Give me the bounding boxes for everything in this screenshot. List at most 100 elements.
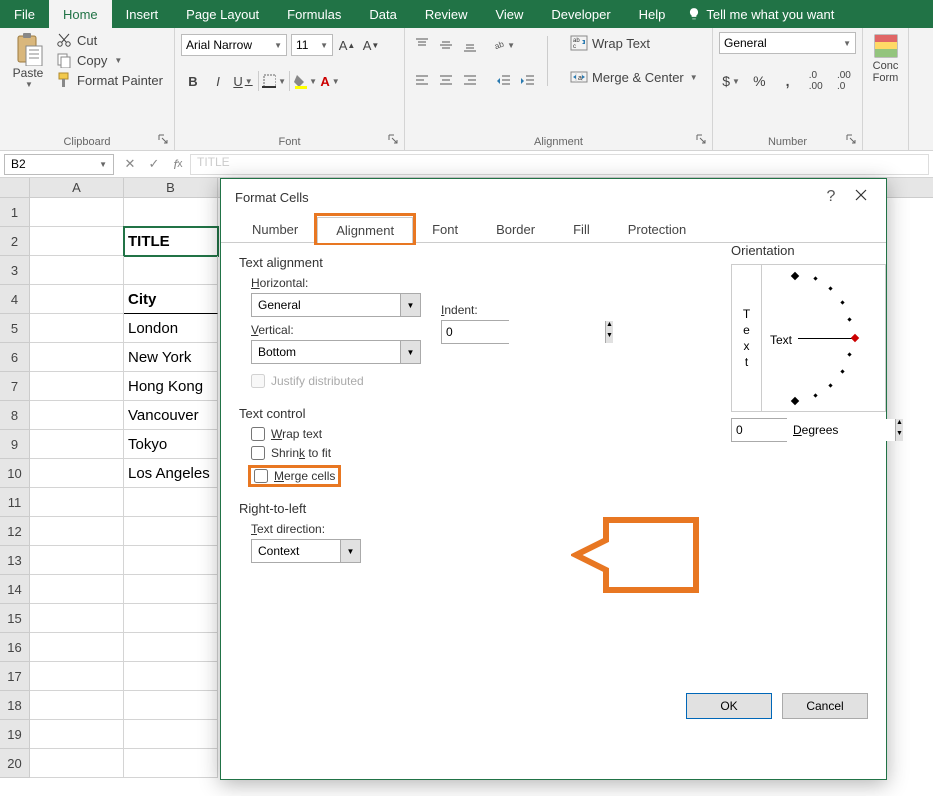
row-header[interactable]: 19 (0, 720, 30, 749)
cell[interactable] (30, 343, 124, 372)
cell[interactable] (30, 401, 124, 430)
number-dialog-launcher[interactable] (844, 134, 858, 148)
fill-color-button[interactable]: ▼ (293, 69, 317, 93)
tab-developer[interactable]: Developer (537, 0, 624, 28)
cell[interactable] (30, 488, 124, 517)
font-color-button[interactable]: A▼ (318, 69, 342, 93)
tab-data[interactable]: Data (355, 0, 410, 28)
row-header[interactable]: 5 (0, 314, 30, 343)
row-header[interactable]: 11 (0, 488, 30, 517)
degrees-spinner[interactable]: ▲▼ (731, 418, 787, 442)
italic-button[interactable]: I (206, 69, 230, 93)
cell[interactable] (30, 227, 124, 256)
row-header[interactable]: 14 (0, 575, 30, 604)
cell[interactable] (30, 285, 124, 314)
border-button[interactable]: ▼ (262, 69, 286, 93)
tell-me-search[interactable]: Tell me what you want (679, 0, 842, 28)
dlg-tab-border[interactable]: Border (477, 216, 554, 242)
formula-input[interactable]: TITLE (190, 154, 929, 175)
decrease-font-button[interactable]: A▼ (361, 34, 381, 56)
tab-review[interactable]: Review (411, 0, 482, 28)
cell[interactable] (30, 517, 124, 546)
copy-button[interactable]: Copy▼ (56, 52, 163, 68)
tab-insert[interactable]: Insert (112, 0, 173, 28)
name-box[interactable]: B2▼ (4, 154, 114, 175)
merge-center-button[interactable]: a Merge & Center▼ (566, 66, 702, 88)
cell[interactable] (30, 256, 124, 285)
tab-formulas[interactable]: Formulas (273, 0, 355, 28)
row-header[interactable]: 17 (0, 662, 30, 691)
row-header[interactable]: 4 (0, 285, 30, 314)
cancel-formula-icon[interactable]: ✕ (118, 154, 142, 175)
cell[interactable] (124, 575, 218, 604)
orientation-button[interactable]: ab▼ (493, 34, 515, 56)
cell[interactable]: Hong Kong (124, 372, 218, 401)
row-header[interactable]: 18 (0, 691, 30, 720)
degrees-up[interactable]: ▲ (896, 419, 903, 430)
align-top-button[interactable] (411, 34, 433, 56)
cell[interactable] (30, 575, 124, 604)
row-header[interactable]: 7 (0, 372, 30, 401)
vertical-combo[interactable]: Bottom▼ (251, 340, 421, 364)
indent-up[interactable]: ▲ (606, 321, 613, 332)
row-header[interactable]: 9 (0, 430, 30, 459)
horizontal-combo[interactable]: General▼ (251, 293, 421, 317)
align-left-button[interactable] (411, 70, 433, 92)
increase-font-button[interactable]: A▲ (337, 34, 357, 56)
align-bottom-button[interactable] (459, 34, 481, 56)
increase-decimal-button[interactable]: .0.00 (804, 70, 828, 92)
tab-help[interactable]: Help (625, 0, 680, 28)
accounting-button[interactable]: $▼ (719, 70, 743, 92)
ok-button[interactable]: OK (686, 693, 772, 719)
tab-view[interactable]: View (481, 0, 537, 28)
cell[interactable] (124, 633, 218, 662)
dlg-tab-font[interactable]: Font (413, 216, 477, 242)
cell[interactable] (30, 546, 124, 575)
dlg-tab-alignment[interactable]: Alignment (317, 217, 413, 243)
indent-input[interactable] (442, 321, 605, 343)
dialog-help-button[interactable]: ? (816, 188, 846, 206)
cell[interactable]: City (124, 285, 218, 314)
cell[interactable] (30, 314, 124, 343)
cell[interactable]: Los Angeles (124, 459, 218, 488)
decrease-indent-button[interactable] (493, 70, 515, 92)
cell[interactable] (124, 604, 218, 633)
indent-down[interactable]: ▼ (606, 332, 613, 343)
comma-button[interactable]: , (775, 70, 799, 92)
cell[interactable] (30, 720, 124, 749)
wrap-text-button[interactable]: abc Wrap Text (566, 32, 702, 54)
tab-file[interactable]: File (0, 0, 49, 28)
underline-button[interactable]: U▼ (231, 69, 255, 93)
row-header[interactable]: 13 (0, 546, 30, 575)
dlg-tab-protection[interactable]: Protection (609, 216, 706, 242)
dialog-close-button[interactable] (846, 188, 876, 206)
row-header[interactable]: 3 (0, 256, 30, 285)
cell[interactable] (124, 546, 218, 575)
cell[interactable] (124, 662, 218, 691)
cell[interactable]: Tokyo (124, 430, 218, 459)
indent-spinner[interactable]: ▲▼ (441, 320, 509, 344)
cell[interactable] (30, 198, 124, 227)
cell[interactable] (124, 720, 218, 749)
row-header[interactable]: 10 (0, 459, 30, 488)
row-header[interactable]: 1 (0, 198, 30, 227)
cell[interactable] (30, 691, 124, 720)
cell[interactable] (30, 604, 124, 633)
cell[interactable] (124, 488, 218, 517)
cell[interactable]: TITLE (124, 227, 218, 256)
cell[interactable]: New York (124, 343, 218, 372)
cancel-button[interactable]: Cancel (782, 693, 868, 719)
clipboard-dialog-launcher[interactable] (156, 134, 170, 148)
fx-icon[interactable]: fx (166, 154, 190, 175)
row-header[interactable]: 6 (0, 343, 30, 372)
cell[interactable]: Vancouver (124, 401, 218, 430)
tab-home[interactable]: Home (49, 0, 112, 28)
tab-page-layout[interactable]: Page Layout (172, 0, 273, 28)
cell[interactable] (30, 662, 124, 691)
select-all-corner[interactable] (0, 178, 30, 197)
cell[interactable] (30, 749, 124, 778)
cell[interactable] (124, 749, 218, 778)
align-right-button[interactable] (459, 70, 481, 92)
cell[interactable] (124, 198, 218, 227)
row-header[interactable]: 12 (0, 517, 30, 546)
